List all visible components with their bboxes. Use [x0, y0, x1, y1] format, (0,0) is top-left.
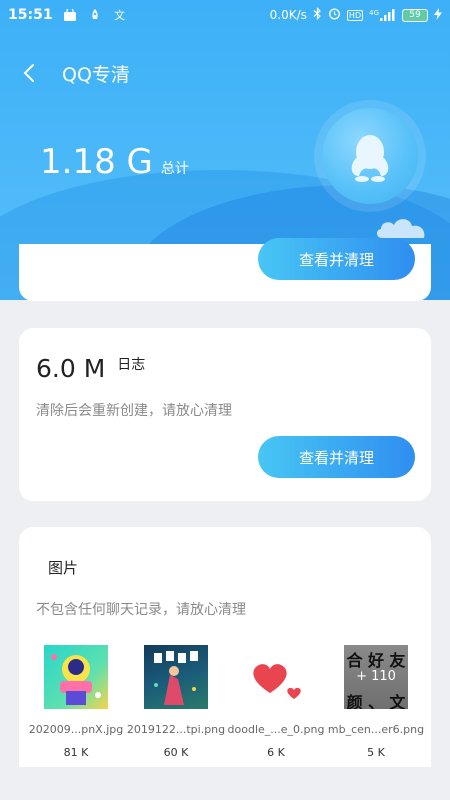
thumbnail-glyph: 好: [367, 651, 384, 670]
view-and-clean-button[interactable]: 查看并清理: [258, 238, 415, 280]
page-title: QQ专清: [62, 63, 130, 86]
thumbnail-item[interactable]: doodle_...e_0.png 6 K: [228, 645, 324, 759]
thumbnail-glyph: 、: [367, 693, 384, 709]
thumbnail-item[interactable]: 2019122...tpi.png 60 K: [127, 645, 225, 759]
back-arrow-icon: [23, 64, 34, 82]
thumbnail-glyph: 文: [389, 693, 406, 709]
notification-bag-icon: [62, 8, 78, 22]
thumbnail-glyph: 合: [346, 651, 363, 670]
thumbnail-name: 202009...pnX.jpg: [28, 723, 124, 736]
total-size-summary: 1.18 G 总计: [40, 142, 189, 182]
log-view-and-clean-button[interactable]: 查看并清理: [258, 436, 415, 478]
thumbnail-image[interactable]: [44, 645, 108, 709]
thumbnail-size: 5 K: [367, 746, 385, 759]
thumbnail-name: mb_cen...er6.png: [327, 723, 425, 736]
thumbnail-size: 60 K: [163, 746, 189, 759]
alarm-icon: [328, 7, 341, 23]
network-speed: 0.0K/s: [269, 8, 307, 22]
image-card-title: 图片: [48, 559, 79, 577]
image-card: 图片 不包含任何聊天记录，请放心清理 202009...pnX.jpg 81 K: [19, 527, 431, 767]
image-card-description: 不包含任何聊天记录，请放心清理: [36, 602, 246, 618]
thumbnail-size: 6 K: [267, 746, 285, 759]
signal-label: 4G: [369, 9, 379, 17]
thumbnail-glyph: 颜: [346, 693, 363, 709]
thumbnail-image[interactable]: [144, 645, 208, 709]
battery-indicator: 59: [402, 8, 428, 22]
signal-icon: 4G: [369, 9, 396, 21]
thumbnail-overlay-count: + 110: [356, 669, 396, 684]
thumbnail-name: doodle_...e_0.png: [227, 723, 325, 736]
hd-badge: HD: [346, 9, 364, 21]
cloud-icon: [376, 219, 425, 238]
thumbnail-item[interactable]: 202009...pnX.jpg 81 K: [28, 645, 124, 759]
total-size-label: 总计: [160, 161, 189, 177]
summary-card: 查看并清理: [19, 238, 431, 301]
log-size-label: 日志: [117, 357, 146, 373]
total-size-value: 1.18 G: [40, 142, 153, 182]
thumbnail-image[interactable]: 合 好 友 + 110 颜 、 文: [344, 645, 408, 709]
log-card: 6.0 M 日志 清除后会重新创建，请放心清理 查看并清理: [19, 328, 431, 501]
log-description: 清除后会重新创建，请放心清理: [36, 403, 232, 419]
rocket-icon: [87, 8, 103, 22]
thumbnail-glyph: 友: [389, 651, 406, 670]
log-size-value: 6.0 M: [36, 354, 106, 383]
status-bar: 15:51 文 0.0K/s HD 4G 59: [0, 0, 450, 30]
back-button[interactable]: [0, 50, 60, 96]
translate-icon: 文: [114, 9, 126, 22]
thumbnail-image[interactable]: [244, 645, 308, 709]
charging-icon: [434, 7, 442, 23]
status-time: 15:51: [8, 7, 53, 23]
qq-penguin-icon: [322, 108, 418, 204]
thumbnail-item[interactable]: 合 好 友 + 110 颜 、 文 mb_cen...er6.png 5 K: [327, 645, 425, 759]
top-navigation-bar: QQ专清: [0, 50, 450, 96]
bluetooth-icon: [313, 7, 322, 23]
thumbnail-name: 2019122...tpi.png: [126, 723, 226, 736]
thumbnail-size: 81 K: [63, 746, 89, 759]
thumbnail-list: 202009...pnX.jpg 81 K 2019122...tpi.png …: [28, 645, 425, 759]
